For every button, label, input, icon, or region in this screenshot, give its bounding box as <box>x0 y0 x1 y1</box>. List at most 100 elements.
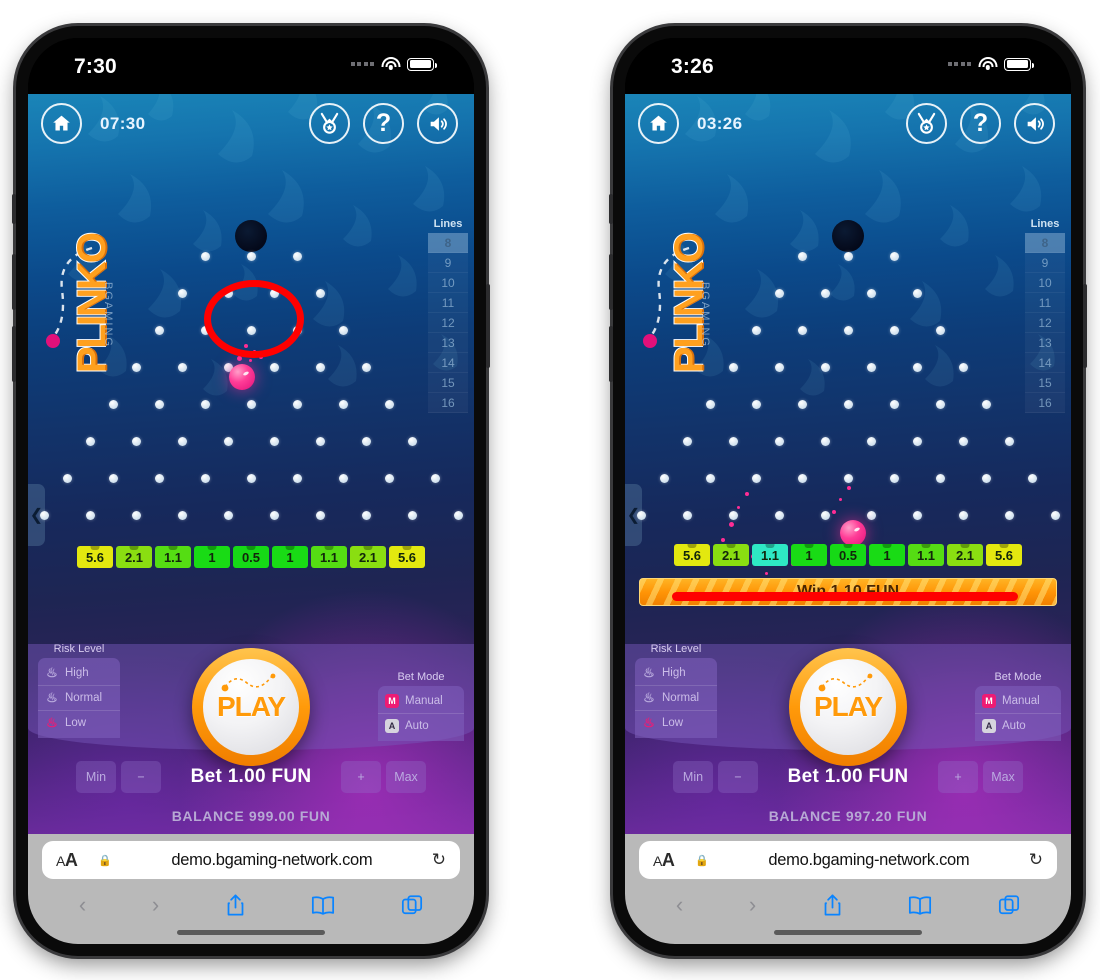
peg-field <box>28 252 474 582</box>
reload-icon[interactable]: ↻ <box>432 850 446 870</box>
text-size-button[interactable]: AA <box>653 850 675 871</box>
ball-spark <box>765 572 768 575</box>
risk-option-high[interactable]: ♨ High <box>38 661 120 686</box>
sound-button[interactable] <box>1014 103 1055 144</box>
reload-icon[interactable]: ↻ <box>1029 850 1043 870</box>
bet-mode-label: Manual <box>405 695 443 707</box>
bet-mode-label: Auto <box>1002 720 1026 732</box>
multiplier-slot[interactable]: 5.6 <box>986 544 1022 566</box>
power-button[interactable] <box>1083 284 1087 368</box>
multiplier-slot[interactable]: 2.1 <box>713 544 749 566</box>
multiplier-slot[interactable]: 5.6 <box>389 546 425 568</box>
volume-up-button[interactable] <box>609 254 613 310</box>
bet-decrease-button[interactable]: − <box>718 761 758 793</box>
power-button[interactable] <box>486 284 490 368</box>
tabs-icon[interactable] <box>998 894 1020 916</box>
bet-mode-selector[interactable]: Bet Mode M Manual A Auto <box>378 671 464 741</box>
safari-address-bar[interactable]: AA 🔒 demo.bgaming-network.com ↻ <box>639 841 1057 879</box>
safari-toolbar: ‹ › <box>28 884 474 926</box>
multiplier-slot[interactable]: 1.1 <box>155 546 191 568</box>
lines-title: Lines <box>1030 218 1060 230</box>
bet-mode-option-auto[interactable]: A Auto <box>975 714 1061 738</box>
safari-address-bar[interactable]: AA 🔒 demo.bgaming-network.com ↻ <box>42 841 460 879</box>
bet-min-button[interactable]: Min <box>76 761 116 793</box>
multiplier-slot[interactable]: 5.6 <box>674 544 710 566</box>
achievements-button[interactable] <box>309 103 350 144</box>
play-button[interactable]: PLAY <box>789 648 907 766</box>
ball-spark <box>832 510 836 514</box>
risk-option-normal[interactable]: ♨ Normal <box>635 686 717 711</box>
signal-dots-icon <box>947 62 971 66</box>
share-icon[interactable] <box>822 893 843 917</box>
multiplier-slot[interactable]: 1 <box>194 546 230 568</box>
help-button[interactable]: ? <box>363 103 404 144</box>
bet-mode-option-manual[interactable]: M Manual <box>378 689 464 714</box>
back-icon[interactable]: ‹ <box>79 892 86 918</box>
book-icon[interactable] <box>311 895 335 916</box>
multiplier-slot[interactable]: 0.5 <box>830 544 866 566</box>
lock-icon: 🔒 <box>98 854 113 867</box>
risk-option-low[interactable]: ♨ Low <box>635 711 717 735</box>
url-text[interactable]: demo.bgaming-network.com <box>121 851 423 870</box>
bet-mode-option-auto[interactable]: A Auto <box>378 714 464 738</box>
text-size-button[interactable]: AA <box>56 850 78 871</box>
risk-option-label: Normal <box>65 692 103 704</box>
screenshot-stage: 7:30 07:30 ? PLINKO BGAMING Lines 8 9 10… <box>0 0 1100 980</box>
game-top-bar: 07:30 ? <box>28 94 474 152</box>
risk-option-low[interactable]: ♨ Low <box>38 711 120 735</box>
game-clock: 03:26 <box>697 114 743 133</box>
sound-button[interactable] <box>417 103 458 144</box>
bet-max-button[interactable]: Max <box>983 761 1023 793</box>
multiplier-slot[interactable]: 2.1 <box>116 546 152 568</box>
risk-option-normal[interactable]: ♨ Normal <box>38 686 120 711</box>
bet-decrease-button[interactable]: − <box>121 761 161 793</box>
bet-min-button[interactable]: Min <box>673 761 713 793</box>
peg-row <box>28 326 474 363</box>
multiplier-slot-highlighted[interactable]: 1.1 <box>752 544 788 566</box>
bet-max-button[interactable]: Max <box>386 761 426 793</box>
tabs-icon[interactable] <box>401 894 423 916</box>
multiplier-slot[interactable]: 1.1 <box>908 544 944 566</box>
silent-switch[interactable] <box>609 194 613 224</box>
bet-increase-button[interactable]: + <box>938 761 978 793</box>
share-icon[interactable] <box>225 893 246 917</box>
risk-option-high[interactable]: ♨ High <box>635 661 717 686</box>
ball-drop-hole <box>832 220 864 252</box>
risk-level-selector[interactable]: Risk Level ♨ High ♨ Normal ♨ Low <box>38 643 120 738</box>
multiplier-slot[interactable]: 5.6 <box>77 546 113 568</box>
silent-switch[interactable] <box>12 194 16 224</box>
volume-up-button[interactable] <box>12 254 16 310</box>
peg-row <box>625 326 1071 363</box>
lines-option-8[interactable]: 8 <box>1025 233 1065 253</box>
multiplier-slot[interactable]: 2.1 <box>350 546 386 568</box>
lines-option-8[interactable]: 8 <box>428 233 468 253</box>
ball-spark <box>729 522 734 527</box>
book-icon[interactable] <box>908 895 932 916</box>
flame-icon: ♨ <box>46 690 58 705</box>
achievements-button[interactable] <box>906 103 947 144</box>
forward-icon[interactable]: › <box>749 892 756 918</box>
help-button[interactable]: ? <box>960 103 1001 144</box>
volume-down-button[interactable] <box>609 326 613 382</box>
volume-down-button[interactable] <box>12 326 16 382</box>
speaker-icon <box>1027 116 1044 131</box>
url-text[interactable]: demo.bgaming-network.com <box>718 851 1020 870</box>
multiplier-slot[interactable]: 2.1 <box>947 544 983 566</box>
home-button[interactable] <box>638 103 679 144</box>
back-icon[interactable]: ‹ <box>676 892 683 918</box>
home-icon <box>650 115 667 131</box>
bet-increase-button[interactable]: + <box>341 761 381 793</box>
peg-row <box>625 400 1071 437</box>
multiplier-slot[interactable]: 1.1 <box>311 546 347 568</box>
bet-mode-option-manual[interactable]: M Manual <box>975 689 1061 714</box>
multiplier-slot[interactable]: 0.5 <box>233 546 269 568</box>
multiplier-slot[interactable]: 1 <box>272 546 308 568</box>
multiplier-slot[interactable]: 1 <box>791 544 827 566</box>
risk-level-selector[interactable]: Risk Level ♨ High ♨ Normal ♨ Low <box>635 643 717 738</box>
forward-icon[interactable]: › <box>152 892 159 918</box>
home-button[interactable] <box>41 103 82 144</box>
multiplier-slot[interactable]: 1 <box>869 544 905 566</box>
flame-icon: ♨ <box>46 715 58 730</box>
bet-mode-selector[interactable]: Bet Mode M Manual A Auto <box>975 671 1061 741</box>
play-button[interactable]: PLAY <box>192 648 310 766</box>
